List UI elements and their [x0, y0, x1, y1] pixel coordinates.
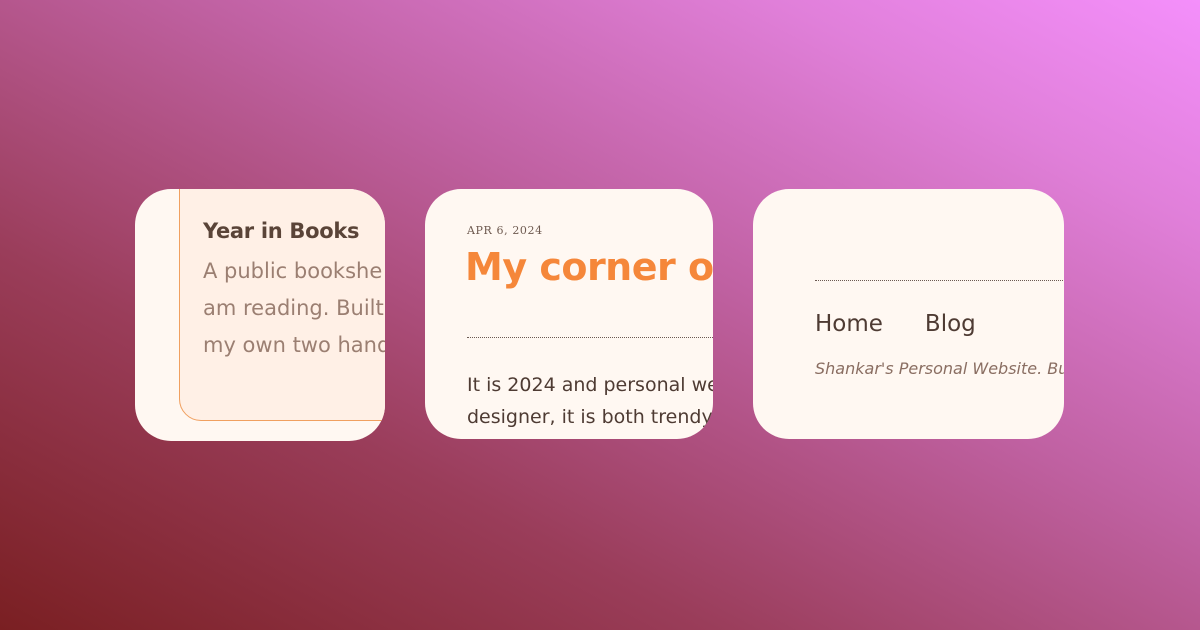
books-card-title[interactable]: Year in Books [203, 219, 360, 243]
nav-link-blog[interactable]: Blog [925, 311, 976, 337]
footer-nav: Home Blog [815, 311, 976, 337]
books-card-description: A public bookshe am reading. Built my ow… [203, 253, 385, 364]
post-divider [467, 337, 713, 338]
post-body: It is 2024 and personal we designer, it … [467, 369, 713, 433]
post-body-line: designer, it is both trendy [467, 406, 713, 428]
post-body-line: It is 2024 and personal we [467, 374, 713, 396]
footer-tagline: Shankar's Personal Website. Bu [815, 359, 1064, 378]
post-date: APR 6, 2024 [467, 224, 543, 237]
books-desc-line: am reading. Built [203, 296, 384, 320]
books-desc-line: A public bookshe [203, 259, 383, 283]
post-title[interactable]: My corner o [465, 245, 713, 289]
year-in-books-card[interactable]: Year in Books A public bookshe am readin… [135, 189, 385, 441]
nav-link-home[interactable]: Home [815, 311, 883, 337]
books-desc-line: my own two hand [203, 333, 385, 357]
footer-divider [815, 280, 1064, 281]
blog-post-card[interactable]: APR 6, 2024 My corner o It is 2024 and p… [425, 189, 713, 439]
site-footer-card: Home Blog Shankar's Personal Website. Bu [753, 189, 1064, 439]
